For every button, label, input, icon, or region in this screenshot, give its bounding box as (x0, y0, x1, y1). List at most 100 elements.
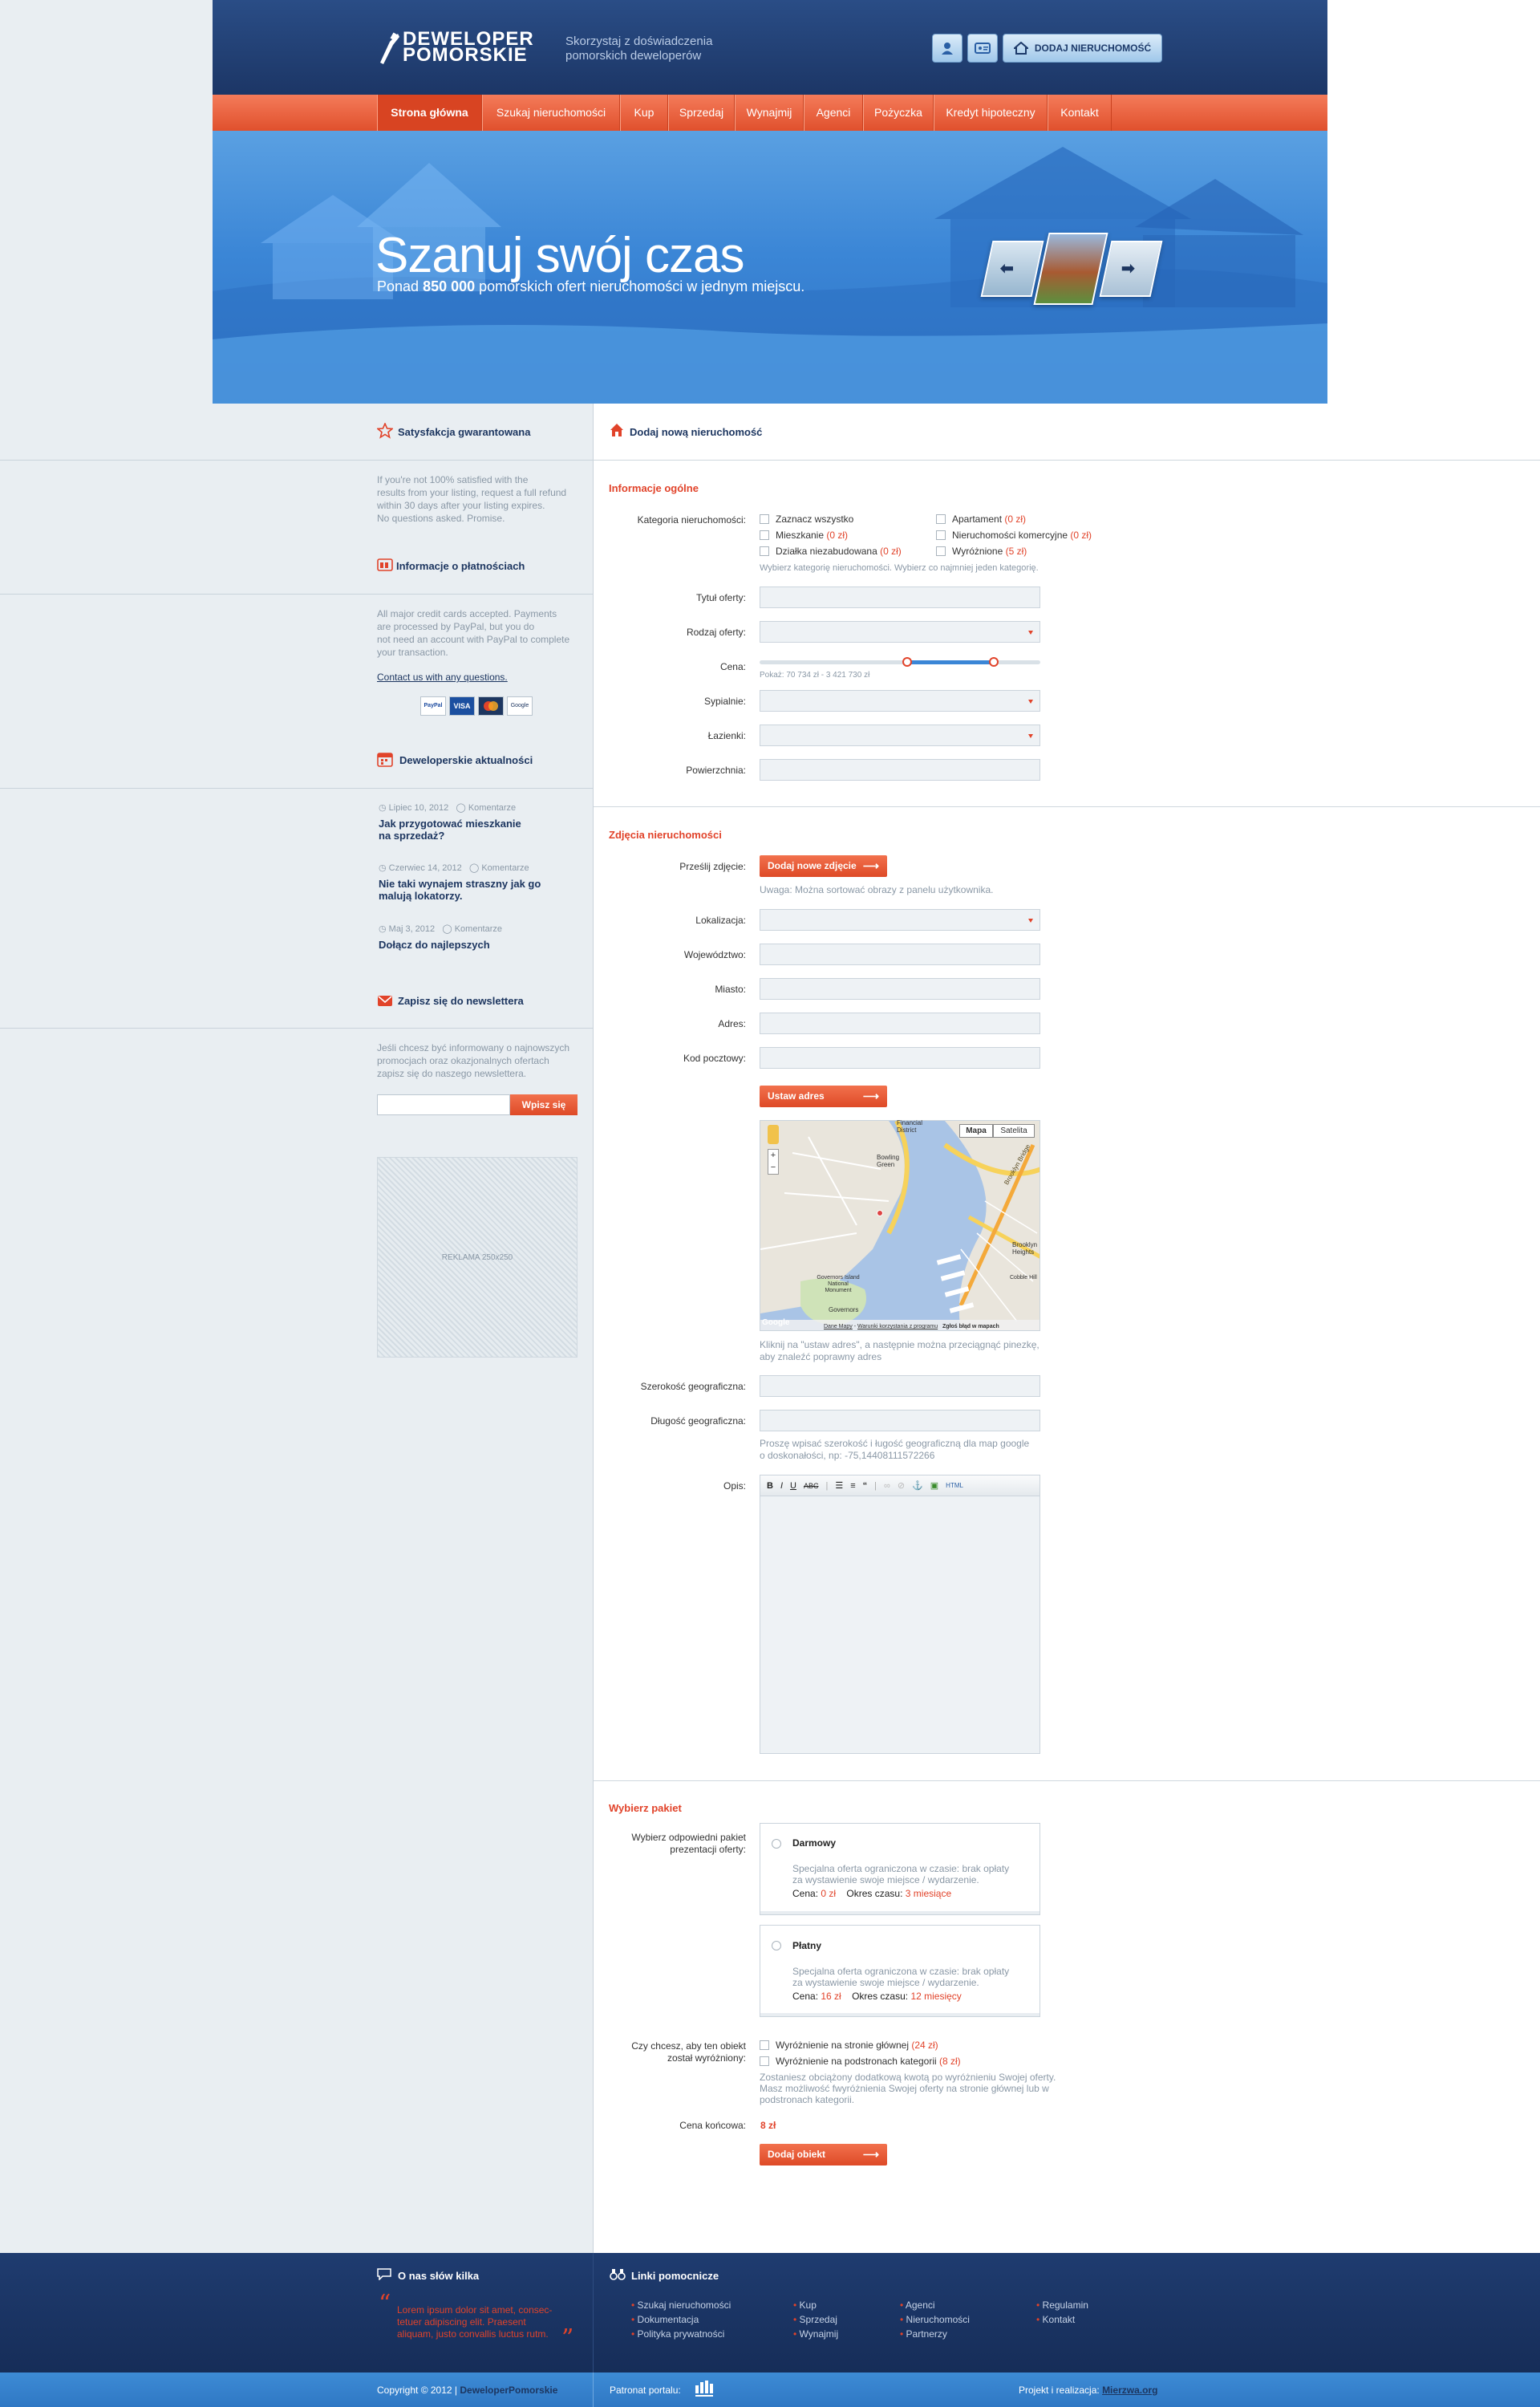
checkbox[interactable] (760, 2056, 769, 2066)
package-paid-radio[interactable] (772, 1941, 781, 1950)
price-slider-min-handle[interactable] (902, 657, 912, 667)
zoom-out-icon[interactable]: − (768, 1162, 778, 1174)
footer-link[interactable]: Partnerzy (900, 2327, 970, 2341)
blockquote-icon[interactable]: “ (863, 1481, 868, 1491)
arrow-right-icon[interactable]: ➡ (1121, 258, 1135, 278)
streetview-pegman-icon[interactable] (768, 1125, 779, 1144)
footer-link[interactable]: Kontakt (1036, 2312, 1088, 2327)
news-title-link[interactable]: Nie taki wynajem straszny jak go malują l… (379, 878, 563, 902)
footer-link[interactable]: Nieruchomości (900, 2312, 970, 2327)
strikethrough-icon[interactable]: ABC (804, 1482, 819, 1490)
package-paid-meta: Cena: 16 zł Okres czasu: 12 miesięcy (792, 1991, 962, 2002)
map-zoom-control[interactable]: + − (768, 1149, 779, 1175)
checkbox[interactable] (760, 514, 769, 524)
news-title-line[interactable]: na sprzedaż? (379, 830, 563, 842)
map-report-link[interactable]: Zgłoś błąd w mapach (942, 1324, 999, 1329)
price-slider-max-handle[interactable] (989, 657, 999, 667)
description-editor[interactable] (760, 1475, 1040, 1754)
type-select[interactable] (760, 621, 1040, 643)
footer-link[interactable]: Szukaj nieruchomości (631, 2298, 732, 2312)
map-tab-satellite[interactable]: Satelita (993, 1124, 1035, 1138)
italic-icon[interactable]: I (780, 1481, 783, 1491)
house-add-icon (1013, 42, 1028, 55)
google-map[interactable] (760, 1120, 1040, 1331)
underline-icon[interactable]: U (790, 1481, 796, 1491)
footer-link[interactable]: Polityka prywatności (631, 2327, 731, 2341)
submit-property-button[interactable]: Dodaj obiekt (760, 2144, 887, 2165)
nav-mortgage[interactable]: Kredyt hipoteczny (934, 95, 1048, 131)
news-title-line[interactable]: malują lokatorzy. (379, 890, 563, 902)
news-title-line[interactable]: Nie taki wynajem straszny jak go (379, 878, 563, 890)
checkbox[interactable] (760, 546, 769, 556)
checkbox[interactable] (760, 2040, 769, 2050)
nav-sell[interactable]: Sprzedaj (668, 95, 735, 131)
numbered-list-icon[interactable]: ≡ (850, 1481, 855, 1491)
map-tab-map[interactable]: Mapa (959, 1124, 993, 1138)
footer-link[interactable]: Sprzedaj (793, 2312, 838, 2327)
city-input[interactable] (760, 978, 1040, 1000)
add-property-header-button[interactable]: DODAJ NIERUCHOMOŚĆ (1003, 34, 1162, 63)
checkbox[interactable] (936, 546, 946, 556)
arrow-left-icon[interactable]: ⬅ (1000, 258, 1014, 278)
user-account-button[interactable] (932, 34, 962, 63)
longitude-input[interactable] (760, 1410, 1040, 1431)
bedrooms-select[interactable] (760, 690, 1040, 712)
news-comments[interactable]: Komentarze (468, 803, 516, 813)
map-pin-icon[interactable] (877, 1210, 883, 1216)
news-title-link[interactable]: Dołącz do najlepszych (379, 939, 563, 951)
newsletter-email-input[interactable] (377, 1094, 510, 1115)
bathrooms-select[interactable] (760, 725, 1040, 746)
unlink-icon[interactable]: ⊘ (898, 1480, 905, 1491)
newsletter-subscribe-button[interactable]: Wpisz się (510, 1094, 578, 1115)
nav-rent[interactable]: Wynajmij (735, 95, 804, 131)
checkbox[interactable] (936, 530, 946, 540)
anchor-icon[interactable]: ⚓ (912, 1480, 923, 1491)
location-select[interactable] (760, 909, 1040, 931)
price-label: Cena: (792, 1991, 819, 2002)
bold-icon[interactable]: B (767, 1481, 773, 1491)
footer-link[interactable]: Kup (793, 2298, 838, 2312)
news-comments[interactable]: Komentarze (481, 863, 529, 873)
address-input[interactable] (760, 1013, 1040, 1034)
map-data-link[interactable]: Dane Mapy (824, 1324, 853, 1329)
latitude-input[interactable] (760, 1375, 1040, 1397)
checkbox[interactable] (760, 530, 769, 540)
title-input[interactable] (760, 587, 1040, 608)
nav-home[interactable]: Strona główna (377, 95, 482, 131)
nav-loan[interactable]: Pożyczka (863, 95, 934, 131)
logo-text-line2[interactable]: POMORSKIE (403, 46, 528, 65)
footer-link[interactable]: Regulamin (1036, 2298, 1088, 2312)
made-by-link[interactable]: Mierzwa.org (1102, 2385, 1157, 2396)
province-input[interactable] (760, 944, 1040, 965)
upload-photo-button[interactable]: Dodaj nowe zdjęcie (760, 855, 887, 877)
set-address-button[interactable]: Ustaw adres (760, 1086, 887, 1107)
footer-link[interactable]: Wynajmij (793, 2327, 839, 2341)
bullet-list-icon[interactable]: ☰ (835, 1480, 843, 1491)
package-price: 16 zł (821, 1991, 841, 2002)
image-icon[interactable]: ▣ (930, 1480, 938, 1491)
area-input[interactable] (760, 759, 1040, 781)
zoom-in-icon[interactable]: + (768, 1150, 778, 1162)
patron-logo-icon[interactable] (694, 2379, 715, 2398)
news-title-line[interactable]: Jak przygotować mieszkanie (379, 818, 563, 830)
news-title-link[interactable]: Jak przygotować mieszkanie na sprzedaż? (379, 818, 563, 842)
profile-card-button[interactable] (967, 34, 998, 63)
nav-search[interactable]: Szukaj nieruchomości (482, 95, 620, 131)
zip-input[interactable] (760, 1047, 1040, 1069)
package-free-radio[interactable] (772, 1839, 781, 1849)
nav-contact[interactable]: Kontakt (1048, 95, 1112, 131)
checkbox[interactable] (936, 514, 946, 524)
logo-icon[interactable] (377, 30, 401, 64)
news-comments[interactable]: Komentarze (455, 924, 502, 934)
footer-links-col: KupSprzedajWynajmij (793, 2298, 839, 2341)
footer-link[interactable]: Agenci (900, 2298, 970, 2312)
contact-link[interactable]: Contact us with any questions. (377, 672, 508, 683)
nav-buy[interactable]: Kup (620, 95, 668, 131)
map-terms-link[interactable]: Warunki korzystania z programu (857, 1324, 938, 1329)
link-icon[interactable]: ∞ (884, 1481, 890, 1491)
nav-agents[interactable]: Agenci (804, 95, 863, 131)
ad-placeholder[interactable]: REKLAMA 250x250 (377, 1157, 578, 1358)
html-icon[interactable]: HTML (946, 1482, 963, 1489)
footer-link[interactable]: Dokumentacja (631, 2312, 731, 2327)
copyright-brand[interactable]: DeweloperPomorskie (460, 2385, 557, 2396)
